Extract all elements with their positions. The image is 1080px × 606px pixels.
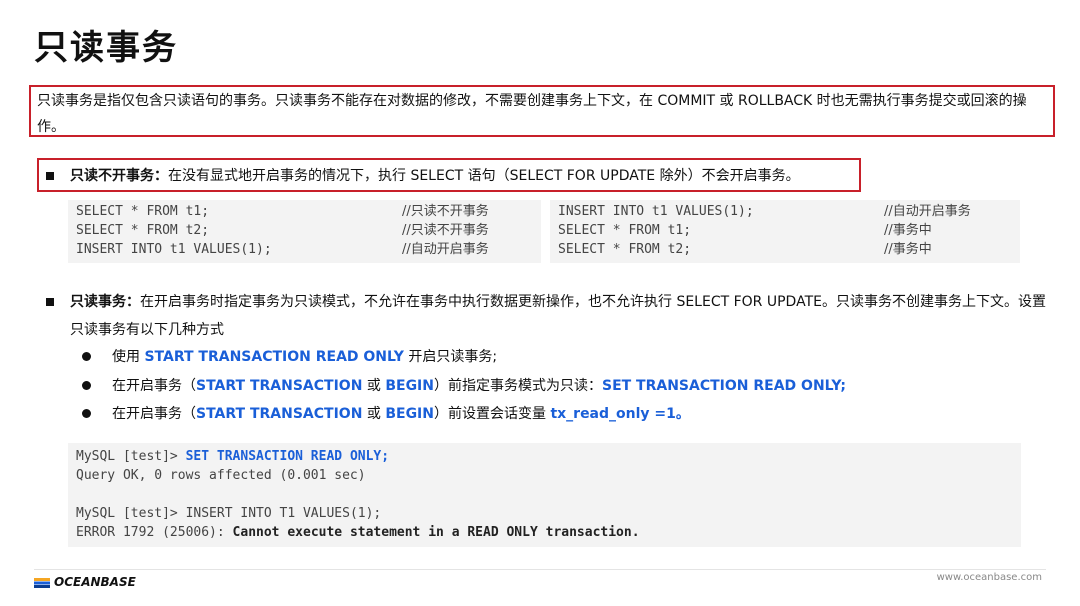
console-line: ERROR 1792 (25006): Cannot execute state…	[76, 525, 640, 540]
point2-label: 只读事务：	[70, 294, 140, 310]
code-comment: //只读不开事务	[402, 223, 489, 238]
code-line: SELECT * FROM t2;	[558, 242, 692, 257]
logo-text: OCEANBASE	[54, 575, 136, 589]
code-line: SELECT * FROM t1;	[558, 223, 692, 238]
console-block: MySQL [test]> SET TRANSACTION READ ONLY;…	[68, 443, 1021, 547]
circle-bullet-icon	[82, 381, 91, 390]
square-bullet-icon	[46, 298, 54, 306]
code-comment: //事务中	[884, 223, 932, 238]
circle-bullet-icon	[82, 409, 91, 418]
square-bullet-icon	[46, 172, 54, 180]
code-comment: //自动开启事务	[402, 242, 489, 257]
circle-bullet-icon	[82, 352, 91, 361]
console-line: Query OK, 0 rows affected (0.001 sec)	[76, 468, 366, 483]
console-line: MySQL [test]> SET TRANSACTION READ ONLY;	[76, 449, 390, 464]
page-title: 只读事务	[34, 28, 178, 68]
code-line: SELECT * FROM t1;	[76, 204, 210, 219]
code-block-right: INSERT INTO t1 VALUES(1); //自动开启事务 SELEC…	[550, 200, 1020, 263]
point1-label: 只读不开事务：	[70, 168, 168, 184]
code-block-left: SELECT * FROM t1; //只读不开事务 SELECT * FROM…	[68, 200, 541, 263]
website-link[interactable]: www.oceanbase.com	[937, 572, 1042, 583]
code-line: INSERT INTO t1 VALUES(1);	[76, 242, 272, 257]
point2-text: 在开启事务时指定事务为只读模式，不允许在事务中执行数据更新操作，也不允许执行 S…	[70, 294, 1046, 338]
intro-paragraph: 只读事务是指仅包含只读语句的事务。只读事务不能存在对数据的修改，不需要创建事务上…	[37, 93, 1027, 135]
console-line: MySQL [test]> INSERT INTO T1 VALUES(1);	[76, 506, 382, 521]
code-line: INSERT INTO t1 VALUES(1);	[558, 204, 754, 219]
code-line: SELECT * FROM t2;	[76, 223, 210, 238]
oceanbase-logo-icon	[34, 578, 50, 588]
code-comment: //只读不开事务	[402, 204, 489, 219]
code-comment: //自动开启事务	[884, 204, 971, 219]
point1-text: 在没有显式地开启事务的情况下，执行 SELECT 语句（SELECT FOR U…	[168, 168, 800, 184]
code-comment: //事务中	[884, 242, 932, 257]
footer-divider	[34, 569, 1046, 570]
